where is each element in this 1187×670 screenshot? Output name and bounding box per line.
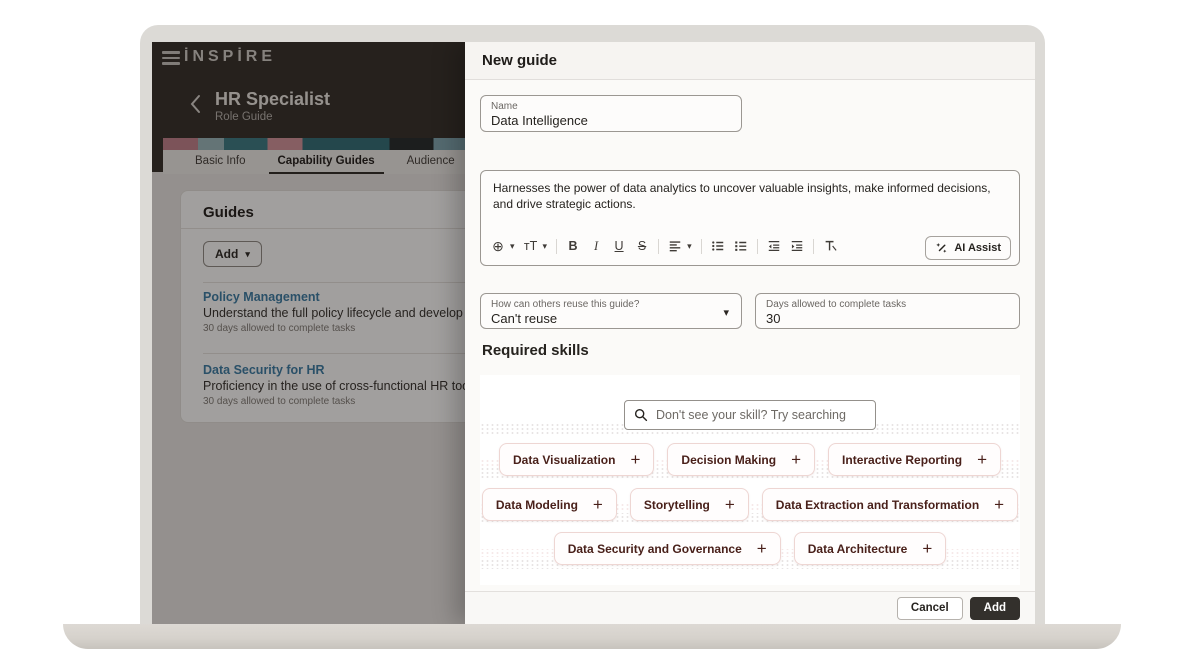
- modal-header: New guide: [465, 42, 1035, 80]
- outdent-icon[interactable]: [767, 236, 781, 256]
- skill-chip-label: Decision Making: [681, 453, 776, 467]
- chevron-down-icon[interactable]: ▾: [687, 241, 692, 252]
- required-skills-heading: Required skills: [482, 342, 589, 359]
- skill-search-input[interactable]: Don't see your skill? Try searching: [624, 400, 876, 430]
- skill-chip-row: Data Modeling + Storytelling + Data Extr…: [480, 488, 1020, 521]
- laptop-base: [63, 624, 1121, 649]
- cancel-button[interactable]: Cancel: [897, 597, 963, 620]
- skill-chip[interactable]: Storytelling +: [630, 488, 749, 521]
- chevron-down-icon[interactable]: ▾: [510, 241, 515, 252]
- plus-icon[interactable]: +: [977, 451, 987, 468]
- skill-chip[interactable]: Data Extraction and Transformation +: [762, 488, 1018, 521]
- description-text[interactable]: Harnesses the power of data analytics to…: [481, 171, 1019, 212]
- chevron-down-icon[interactable]: ▾: [543, 241, 548, 252]
- skill-chip-label: Data Modeling: [496, 498, 578, 512]
- insert-object-icon[interactable]: ⊕: [491, 236, 505, 256]
- toolbar-divider: [701, 239, 702, 254]
- clear-formatting-icon[interactable]: [823, 236, 837, 256]
- skill-chip[interactable]: Interactive Reporting +: [828, 443, 1001, 476]
- plus-icon[interactable]: +: [994, 496, 1004, 513]
- reuse-select-value: Can't reuse: [491, 311, 731, 327]
- underline-icon[interactable]: U: [612, 236, 626, 256]
- name-field-label: Name: [491, 101, 731, 113]
- name-field-value: Data Intelligence: [491, 113, 731, 129]
- plus-icon[interactable]: +: [791, 451, 801, 468]
- skill-chip-label: Data Extraction and Transformation: [776, 498, 979, 512]
- toolbar-divider: [658, 239, 659, 254]
- skill-chip-label: Data Security and Governance: [568, 542, 742, 556]
- indent-icon[interactable]: [790, 236, 804, 256]
- chevron-down-icon: ▾: [723, 306, 729, 319]
- strikethrough-icon[interactable]: S: [635, 236, 649, 256]
- modal-footer: Cancel Add: [465, 591, 1035, 624]
- plus-icon[interactable]: +: [725, 496, 735, 513]
- skill-chip-row: Data Visualization + Decision Making + I…: [480, 443, 1020, 476]
- font-size-icon[interactable]: тT: [524, 236, 538, 256]
- laptop-screen: İNSPİRE HR Specialist Role Guide Basic I…: [152, 42, 1035, 624]
- days-allowed-label: Days allowed to complete tasks: [766, 299, 1009, 311]
- ai-assist-button[interactable]: AI Assist: [925, 236, 1011, 260]
- skill-chip[interactable]: Data Modeling +: [482, 488, 617, 521]
- bold-icon[interactable]: B: [566, 236, 580, 256]
- skill-chip[interactable]: Data Architecture +: [794, 532, 947, 565]
- skill-chip-label: Data Visualization: [513, 453, 615, 467]
- numbered-list-icon[interactable]: [734, 236, 748, 256]
- editor-toolbar: ⊕ ▾ тT ▾ B I U S ▾: [491, 234, 1011, 258]
- days-allowed-value: 30: [766, 311, 1009, 327]
- reuse-select[interactable]: How can others reuse this guide? Can't r…: [480, 293, 742, 329]
- skill-chip[interactable]: Data Security and Governance +: [554, 532, 781, 565]
- search-icon: [634, 408, 648, 422]
- desktop-canvas: İNSPİRE HR Specialist Role Guide Basic I…: [0, 0, 1187, 670]
- plus-icon[interactable]: +: [630, 451, 640, 468]
- plus-icon[interactable]: +: [593, 496, 603, 513]
- ai-assist-label: AI Assist: [954, 242, 1001, 254]
- skill-chip-label: Data Architecture: [808, 542, 908, 556]
- toolbar-divider: [813, 239, 814, 254]
- add-button[interactable]: Add: [970, 597, 1020, 620]
- skill-chip-row: Data Security and Governance + Data Arch…: [480, 532, 1020, 565]
- ai-sparkle-icon: [935, 242, 948, 255]
- skill-chip-label: Storytelling: [644, 498, 710, 512]
- plus-icon[interactable]: +: [922, 540, 932, 557]
- skill-chip-label: Interactive Reporting: [842, 453, 962, 467]
- italic-icon[interactable]: I: [589, 236, 603, 256]
- new-guide-modal: New guide Name Data Intelligence Harness…: [465, 42, 1035, 624]
- align-icon[interactable]: [668, 236, 682, 256]
- description-editor[interactable]: Harnesses the power of data analytics to…: [480, 170, 1020, 266]
- skill-search-placeholder: Don't see your skill? Try searching: [656, 408, 846, 422]
- modal-title: New guide: [482, 52, 557, 69]
- reuse-select-label: How can others reuse this guide?: [491, 299, 731, 311]
- name-field[interactable]: Name Data Intelligence: [480, 95, 742, 132]
- toolbar-divider: [556, 239, 557, 254]
- skill-chip[interactable]: Data Visualization +: [499, 443, 654, 476]
- plus-icon[interactable]: +: [757, 540, 767, 557]
- toolbar-divider: [757, 239, 758, 254]
- days-allowed-field[interactable]: Days allowed to complete tasks 30: [755, 293, 1020, 329]
- bullet-list-icon[interactable]: [711, 236, 725, 256]
- skills-picker-panel: Don't see your skill? Try searching Data…: [480, 375, 1020, 585]
- skill-chip[interactable]: Decision Making +: [667, 443, 815, 476]
